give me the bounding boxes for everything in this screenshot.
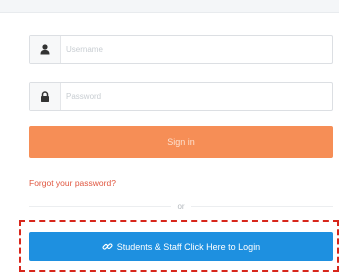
or-divider: or [29, 201, 333, 211]
lock-icon [30, 83, 61, 110]
or-label: or [177, 201, 185, 211]
username-input[interactable] [66, 40, 326, 59]
password-input[interactable] [66, 87, 326, 106]
divider-line-right [190, 205, 333, 207]
sign-in-button[interactable]: Sign in [29, 126, 333, 158]
user-icon [30, 36, 61, 63]
top-strip [0, 0, 339, 13]
forgot-password-link[interactable]: Forgot your password? [29, 178, 116, 188]
sign-in-label: Sign in [167, 137, 195, 147]
username-field[interactable] [29, 35, 333, 64]
sso-label: Students & Staff Click Here to Login [116, 241, 261, 252]
link-icon [102, 241, 113, 252]
password-field[interactable] [29, 82, 333, 111]
divider-line-left [29, 205, 172, 207]
students-staff-login-button[interactable]: Students & Staff Click Here to Login [29, 232, 333, 261]
